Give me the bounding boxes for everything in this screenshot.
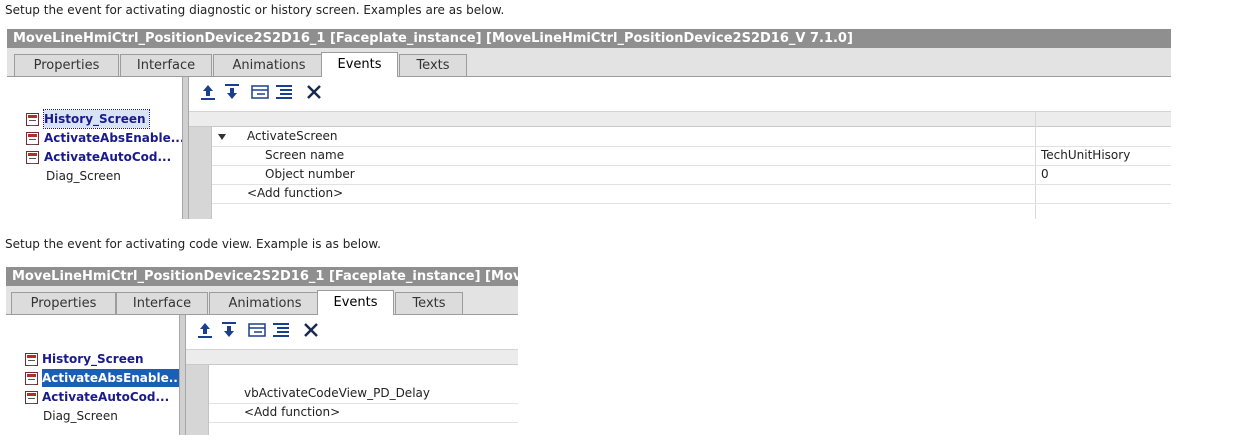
event-diag-screen[interactable]: Diag_Screen	[46, 167, 124, 185]
param-label: Screen name	[265, 148, 345, 162]
delete-icon[interactable]	[302, 321, 320, 339]
row-gutter	[189, 146, 212, 165]
tab-properties[interactable]: Properties	[11, 292, 116, 314]
row-gutter	[186, 422, 209, 435]
row-gutter	[186, 365, 209, 384]
caption-diagnostic: Setup the event for activating diagnosti…	[5, 3, 505, 17]
move-down-icon[interactable]	[223, 83, 241, 101]
splitter[interactable]	[182, 77, 189, 219]
collapse-arrow-icon[interactable]	[218, 134, 226, 140]
collapse-icon[interactable]	[275, 83, 293, 101]
event-diag-screen[interactable]: Diag_Screen	[43, 407, 121, 425]
event-history-screen[interactable]: History_Screen	[43, 109, 150, 129]
row-gutter	[189, 184, 212, 203]
function-toolbar	[189, 77, 1171, 107]
event-icon	[25, 353, 38, 366]
event-icon	[26, 132, 39, 145]
row-gutter	[186, 403, 209, 422]
move-down-icon[interactable]	[220, 321, 238, 339]
tab-animations[interactable]: Animations	[209, 292, 321, 314]
event-activate-abs-enable[interactable]: ActivateAbsEnable...	[44, 129, 187, 147]
row-gutter	[189, 203, 212, 219]
expand-icon[interactable]	[251, 83, 269, 101]
function-row[interactable]: vbActivateCodeView_PD_Delay	[186, 384, 518, 404]
tab-strip: Properties Interface Animations Events T…	[6, 286, 518, 315]
empty-row	[186, 365, 518, 384]
tab-strip: Properties Interface Animations Events T…	[7, 48, 1171, 77]
tab-properties[interactable]: Properties	[14, 54, 119, 76]
add-function-row[interactable]: <Add function>	[186, 403, 518, 423]
tab-animations[interactable]: Animations	[213, 54, 325, 76]
function-toolbar	[186, 315, 518, 345]
grid-header	[186, 349, 518, 365]
tab-interface[interactable]: Interface	[120, 54, 212, 76]
events-panel-history: MoveLineHmiCtrl_PositionDevice2S2D16_1 […	[7, 29, 1171, 219]
row-gutter	[189, 165, 212, 184]
expand-icon[interactable]	[248, 321, 266, 339]
row-gutter	[189, 127, 212, 146]
events-panel-codeview: MoveLineHmiCtrl_PositionDevice2S2D16_1 […	[6, 267, 518, 435]
row-gutter	[186, 384, 209, 403]
event-activate-auto-code[interactable]: ActivateAutoCod...	[44, 148, 174, 166]
function-grid: vbActivateCodeView_PD_Delay <Add functio…	[186, 349, 518, 435]
empty-row	[189, 203, 1171, 219]
event-list: History_Screen ActivateAbsEnable... Acti…	[6, 315, 186, 435]
move-up-icon[interactable]	[196, 321, 214, 339]
event-activate-auto-code[interactable]: ActivateAutoCod...	[42, 388, 172, 406]
tab-interface[interactable]: Interface	[116, 292, 208, 314]
function-row[interactable]: ActivateScreen	[189, 127, 1171, 147]
panel-title: MoveLineHmiCtrl_PositionDevice2S2D16_1 […	[7, 29, 1171, 48]
param-value[interactable]: 0	[1041, 165, 1049, 184]
caption-codeview: Setup the event for activating code view…	[5, 237, 381, 251]
param-label: Object number	[265, 167, 355, 181]
param-value[interactable]: TechUnitHisory	[1041, 146, 1130, 165]
delete-icon[interactable]	[305, 83, 323, 101]
add-function[interactable]: <Add function>	[247, 184, 343, 203]
event-icon	[25, 391, 38, 404]
tab-texts[interactable]: Texts	[399, 54, 467, 76]
add-function-row[interactable]: <Add function>	[189, 184, 1171, 204]
grid-header	[189, 111, 1171, 127]
tab-events[interactable]: Events	[321, 52, 398, 77]
tab-texts[interactable]: Texts	[395, 292, 463, 314]
function-name: vbActivateCodeView_PD_Delay	[244, 386, 430, 400]
function-grid: ActivateScreen Screen name TechUnitHisor…	[189, 111, 1171, 219]
param-row[interactable]: Object number 0	[189, 165, 1171, 185]
splitter[interactable]	[179, 315, 186, 435]
move-up-icon[interactable]	[199, 83, 217, 101]
function-list-pane: ActivateScreen Screen name TechUnitHisor…	[189, 77, 1171, 219]
event-icon	[26, 151, 39, 164]
function-name: ActivateScreen	[247, 129, 338, 143]
param-row[interactable]: Screen name TechUnitHisory	[189, 146, 1171, 166]
event-icon	[25, 372, 38, 385]
tab-events[interactable]: Events	[317, 290, 394, 315]
empty-row	[186, 422, 518, 435]
add-function[interactable]: <Add function>	[244, 403, 340, 422]
function-list-pane: vbActivateCodeView_PD_Delay <Add functio…	[186, 315, 518, 435]
event-list: History_Screen ActivateAbsEnable... Acti…	[7, 77, 184, 219]
event-history-screen[interactable]: History_Screen	[42, 350, 147, 368]
event-activate-abs-enable[interactable]: ActivateAbsEnable...	[42, 369, 186, 387]
panel-title: MoveLineHmiCtrl_PositionDevice2S2D16_1 […	[6, 267, 518, 286]
collapse-icon[interactable]	[272, 321, 290, 339]
event-icon	[26, 113, 39, 126]
